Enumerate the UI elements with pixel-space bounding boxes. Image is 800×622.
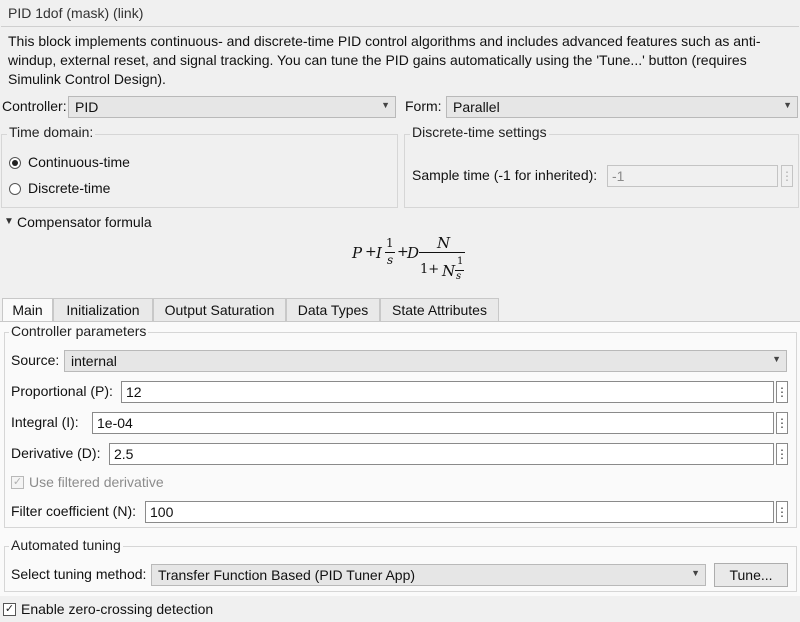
more-vertical-icon[interactable]: ⋮ [776, 381, 788, 403]
tab-main[interactable]: Main [2, 298, 53, 322]
source-dropdown[interactable]: internal ▼ [64, 350, 787, 372]
controller-label: Controller: [2, 98, 67, 114]
derivative-field[interactable]: 2.5 [109, 443, 774, 465]
filter-coefficient-value: 100 [150, 504, 174, 520]
formula-n-num: N [437, 234, 451, 252]
automated-tuning-title: Automated tuning [9, 537, 123, 553]
discrete-time-label[interactable]: Discrete-time [28, 180, 110, 196]
proportional-field[interactable]: 12 [121, 381, 774, 403]
time-domain-panel [1, 134, 398, 208]
filtered-derivative-label: Use filtered derivative [29, 474, 164, 490]
controller-value: PID [75, 99, 99, 115]
formula-d: D [407, 244, 420, 262]
block-description: This block implements continuous- and di… [8, 33, 761, 87]
formula-den-s: s [456, 271, 462, 282]
derivative-value: 2.5 [114, 446, 134, 462]
tab-output-saturation[interactable]: Output Saturation [153, 298, 286, 322]
integral-label: Integral (I): [11, 414, 79, 430]
more-vertical-icon[interactable]: ⋮ [781, 165, 793, 187]
zero-crossing-label[interactable]: Enable zero-crossing detection [21, 601, 213, 617]
derivative-label: Derivative (D): [11, 445, 101, 461]
check-icon: ✓ [4, 603, 15, 615]
tab-data-types[interactable]: Data Types [286, 298, 380, 322]
form-dropdown[interactable]: Parallel ▼ [446, 96, 798, 118]
controller-dropdown[interactable]: PID ▼ [68, 96, 396, 118]
tune-button[interactable]: Tune... [714, 563, 788, 587]
more-vertical-icon[interactable]: ⋮ [776, 501, 788, 523]
filter-coefficient-field[interactable]: 100 [145, 501, 774, 523]
formula-plus-1: + [365, 244, 377, 260]
filtered-derivative-checkbox[interactable]: ✓ [11, 476, 24, 489]
discrete-time-radio[interactable] [9, 183, 21, 195]
continuous-time-radio[interactable] [9, 157, 21, 169]
filter-coefficient-label: Filter coefficient (N): [11, 503, 136, 519]
tuning-method-dropdown[interactable]: Transfer Function Based (PID Tuner App) … [151, 564, 706, 586]
controller-params-title: Controller parameters [9, 323, 149, 339]
tab-initialization[interactable]: Initialization [53, 298, 153, 322]
integral-field[interactable]: 1e-04 [92, 412, 774, 434]
formula-i-den: s [387, 253, 394, 267]
sample-time-label: Sample time (-1 for inherited): [412, 167, 598, 183]
tuning-method-label: Select tuning method: [11, 566, 147, 582]
form-value: Parallel [453, 99, 500, 115]
triangle-down-icon[interactable]: ▼ [4, 216, 14, 227]
description-box: This block implements continuous- and di… [1, 26, 799, 87]
formula-p: P [352, 244, 363, 262]
chevron-down-icon: ▼ [381, 100, 390, 110]
discrete-settings-title: Discrete-time settings [410, 124, 549, 140]
chevron-down-icon: ▼ [691, 568, 700, 578]
form-label: Form: [405, 98, 442, 114]
more-vertical-icon[interactable]: ⋮ [776, 412, 788, 434]
formula-den-n: N [442, 262, 456, 280]
formula-i: I [376, 244, 382, 262]
proportional-value: 12 [126, 384, 142, 400]
formula-den-one-small: 1 [457, 256, 464, 267]
formula-den-one: 1+ [420, 262, 440, 277]
proportional-label: Proportional (P): [11, 383, 113, 399]
time-domain-title: Time domain: [7, 124, 96, 140]
tuning-method-value: Transfer Function Based (PID Tuner App) [158, 567, 416, 583]
source-value: internal [71, 353, 117, 369]
compensator-toggle[interactable]: Compensator formula [17, 214, 152, 230]
source-label: Source: [11, 352, 60, 368]
sample-time-value: -1 [612, 168, 625, 184]
check-icon: ✓ [12, 476, 23, 488]
sample-time-field[interactable]: -1 [607, 165, 778, 187]
zero-crossing-checkbox[interactable]: ✓ [3, 603, 16, 616]
formula-i-num: 1 [386, 236, 394, 250]
tab-state-attributes[interactable]: State Attributes [380, 298, 499, 322]
integral-value: 1e-04 [97, 415, 133, 431]
continuous-time-label[interactable]: Continuous-time [28, 154, 130, 170]
formula-d-bar [419, 252, 465, 253]
chevron-down-icon: ▼ [772, 354, 781, 364]
chevron-down-icon: ▼ [783, 100, 792, 110]
more-vertical-icon[interactable]: ⋮ [776, 443, 788, 465]
block-title: PID 1dof (mask) (link) [8, 5, 144, 21]
